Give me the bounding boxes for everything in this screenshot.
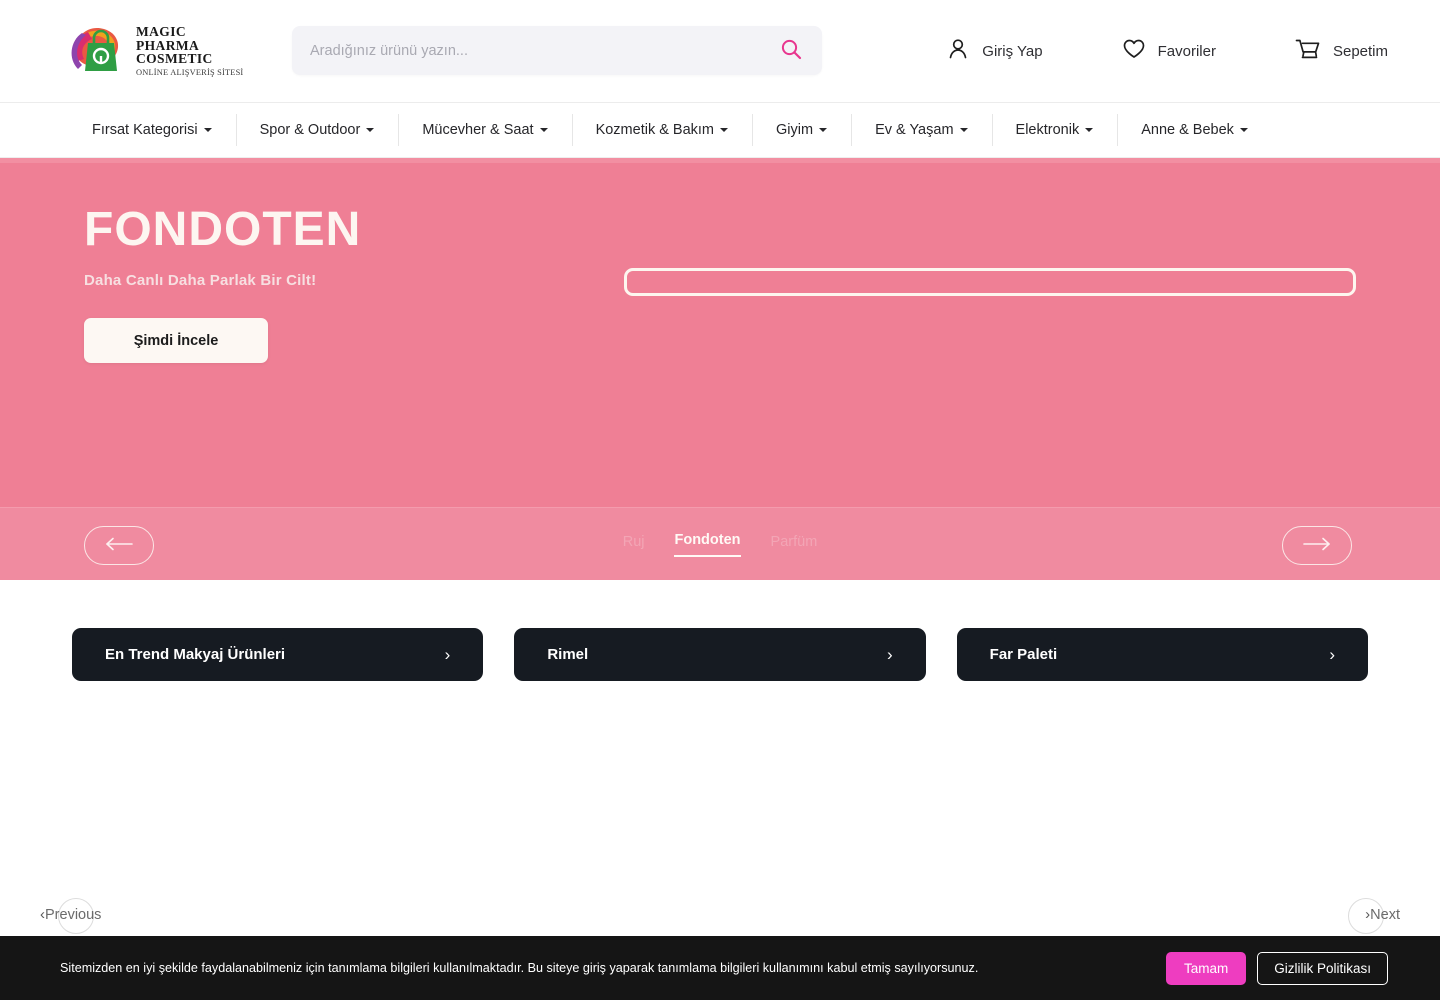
category-card-label: Rimel xyxy=(547,646,589,663)
favorites-label: Favoriler xyxy=(1157,43,1216,60)
pager-next-label: Next xyxy=(1370,906,1400,923)
favorites-link[interactable]: Favoriler xyxy=(1121,36,1216,67)
search-input[interactable] xyxy=(310,42,778,59)
chevron-right-icon: › xyxy=(444,645,451,664)
chevron-down-icon xyxy=(366,128,375,132)
chevron-down-icon xyxy=(203,128,212,132)
hero-title: FONDOTEN xyxy=(84,203,362,256)
login-label: Giriş Yap xyxy=(982,43,1043,60)
chevron-down-icon xyxy=(959,128,968,132)
category-nav: Fırsat Kategorisi Spor & Outdoor Mücevhe… xyxy=(0,103,1440,158)
header-actions: Giriş Yap Favoriler Sepetim xyxy=(945,0,1388,103)
site-logo[interactable]: MAGIC PHARMA COSMETIC ONLİNE ALIŞVERİŞ S… xyxy=(68,16,268,86)
logo-wordmark: MAGIC PHARMA COSMETIC ONLİNE ALIŞVERİŞ S… xyxy=(136,25,243,77)
heart-icon xyxy=(1121,36,1147,67)
nav-label: Elektronik xyxy=(1015,122,1080,138)
category-card-label: Far Paleti xyxy=(989,646,1058,663)
hero-image-placeholder xyxy=(624,268,1356,296)
privacy-policy-button[interactable]: Gizlilik Politikası xyxy=(1257,951,1388,985)
carousel-prev-button[interactable] xyxy=(84,526,154,565)
nav-label: Giyim xyxy=(776,122,814,138)
nav-item-elektronik[interactable]: Elektronik xyxy=(991,103,1118,157)
nav-item-mucevher-saat[interactable]: Mücevher & Saat xyxy=(398,103,571,157)
nav-label: Kozmetik & Bakım xyxy=(595,122,715,138)
nav-item-anne-bebek[interactable]: Anne & Bebek xyxy=(1117,103,1272,157)
nav-item-spor-outdoor[interactable]: Spor & Outdoor xyxy=(235,103,399,157)
arrow-right-icon xyxy=(1302,536,1332,555)
category-card-rimel[interactable]: Rimel › xyxy=(514,628,926,681)
nav-label: Spor & Outdoor xyxy=(259,122,361,138)
nav-item-kozmetik-bakim[interactable]: Kozmetik & Bakım xyxy=(571,103,752,157)
carousel-tabs: Ruj Fondoten Parfüm xyxy=(623,532,818,557)
site-header: MAGIC PHARMA COSMETIC ONLİNE ALIŞVERİŞ S… xyxy=(0,0,1440,103)
category-card-en-trend-makyaj-urunleri[interactable]: En Trend Makyaj Ürünleri › xyxy=(72,628,484,681)
cart-link[interactable]: Sepetim xyxy=(1294,36,1388,67)
search-bar[interactable] xyxy=(292,26,822,75)
arrow-left-icon xyxy=(104,536,134,555)
logo-line-magic: MAGIC xyxy=(136,24,186,40)
logo-tagline: ONLİNE ALIŞVERİŞ SİTESİ xyxy=(136,67,244,77)
chevron-down-icon xyxy=(1239,128,1248,132)
hero-banner: FONDOTEN Daha Canlı Daha Parlak Bir Cilt… xyxy=(0,158,1440,507)
pager-previous-label: Previous xyxy=(45,906,102,923)
nav-label: Mücevher & Saat xyxy=(422,122,534,138)
pager-next-button[interactable]: › Next xyxy=(1348,898,1400,934)
pager-previous-button[interactable]: ‹ Previous xyxy=(40,898,102,934)
nav-item-firsat-kategorisi[interactable]: Fırsat Kategorisi xyxy=(68,103,236,157)
category-card-row: En Trend Makyaj Ürünleri › Rimel › Far P… xyxy=(0,580,1440,681)
category-card-label: En Trend Makyaj Ürünleri xyxy=(105,646,286,663)
cookie-consent-text: Sitemizden en iyi şekilde faydalanabilme… xyxy=(60,960,979,975)
chevron-down-icon xyxy=(720,128,729,132)
carousel-tab-ruj[interactable]: Ruj xyxy=(623,534,645,557)
nav-label: Ev & Yaşam xyxy=(875,122,954,138)
login-link[interactable]: Giriş Yap xyxy=(945,36,1043,67)
chevron-down-icon xyxy=(539,128,548,132)
hero-cta-button[interactable]: Şimdi İncele xyxy=(84,318,268,363)
chevron-down-icon xyxy=(819,128,828,132)
cart-label: Sepetim xyxy=(1332,43,1388,60)
logo-line-cosmetic: COSMETIC xyxy=(136,51,213,67)
cookie-consent-bar: Sitemizden en iyi şekilde faydalanabilme… xyxy=(0,936,1440,1000)
hero-carousel-controls: Ruj Fondoten Parfüm xyxy=(0,507,1440,580)
nav-item-giyim[interactable]: Giyim xyxy=(752,103,851,157)
nav-label: Fırsat Kategorisi xyxy=(92,122,198,138)
chevron-right-icon: › xyxy=(886,645,893,664)
carousel-tab-fondoten[interactable]: Fondoten xyxy=(674,532,741,557)
search-icon xyxy=(780,38,802,63)
user-icon xyxy=(945,36,971,67)
hero-subtitle: Daha Canlı Daha Parlak Bir Cilt! xyxy=(84,272,317,289)
search-button[interactable] xyxy=(778,38,804,64)
cart-icon xyxy=(1294,36,1322,67)
cookie-consent-actions: Tamam Gizlilik Politikası xyxy=(1165,951,1388,985)
nav-label: Anne & Bebek xyxy=(1141,122,1234,138)
category-card-far-paleti[interactable]: Far Paleti › xyxy=(956,628,1368,681)
carousel-tab-parfum[interactable]: Parfüm xyxy=(771,534,818,557)
nav-item-ev-yasam[interactable]: Ev & Yaşam xyxy=(851,103,991,157)
cookie-accept-button[interactable]: Tamam xyxy=(1165,951,1247,985)
chevron-right-icon: › xyxy=(1329,645,1335,664)
carousel-next-button[interactable] xyxy=(1282,526,1352,565)
shopping-bag-logo-icon xyxy=(68,21,132,81)
chevron-down-icon xyxy=(1085,128,1094,132)
logo-line-pharma: PHARMA xyxy=(136,37,200,53)
